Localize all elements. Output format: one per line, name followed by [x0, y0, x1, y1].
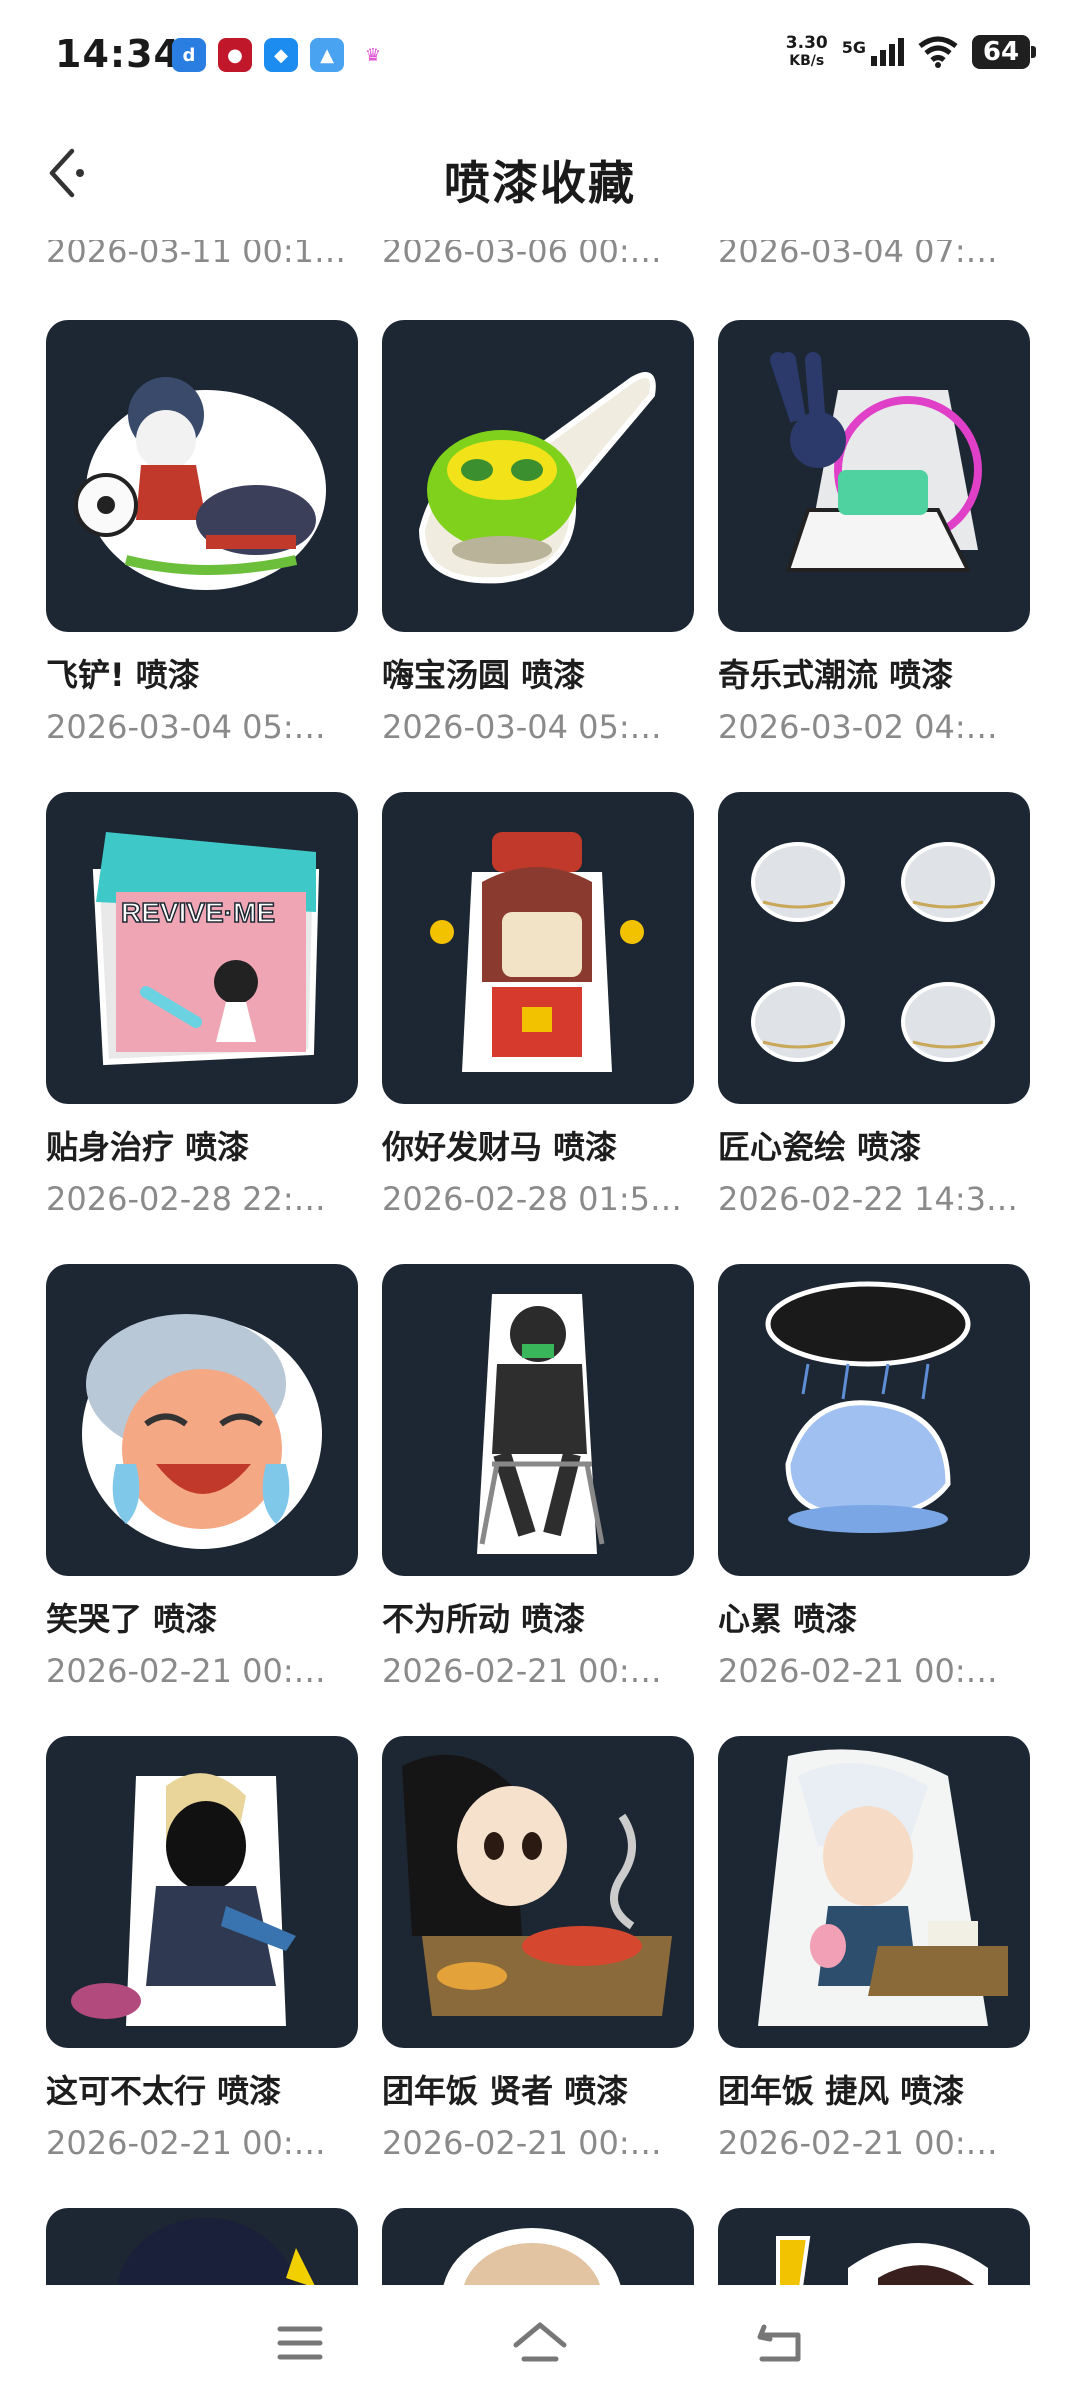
item-name: 嗨宝汤圆 喷漆 [382, 656, 586, 694]
status-time: 14:34 [55, 32, 181, 76]
item-date: 2026-03-02 04:… [718, 708, 998, 746]
spray-item[interactable]: 飞铲! 喷漆 2026-03-04 05:… [46, 320, 358, 746]
spray-image[interactable] [46, 1736, 358, 2048]
item-date: 2026-02-21 00:… [382, 2124, 662, 2162]
spray-image[interactable]: REVIVE·ME [46, 792, 358, 1104]
spray-image[interactable] [718, 2208, 1030, 2285]
spray-item[interactable]: 嗨宝汤圆 喷漆 2026-03-04 05:… [382, 320, 694, 746]
item-date: 2026-02-21 00:… [718, 2124, 998, 2162]
spray-item[interactable]: REVIVE·ME 贴身治疗 喷漆 2026-02-28 22:… [46, 792, 358, 1218]
menu-icon[interactable] [270, 2315, 330, 2371]
spray-grid: 2026-03-11 00:1… 2026-03-06 00:… 2026-03… [0, 0, 1080, 2285]
item-name: 心累 喷漆 [718, 1600, 858, 1638]
notification-icons: d ● ◆ ▲ ♛ [172, 38, 390, 72]
spray-image[interactable] [718, 1736, 1030, 2048]
item-date: 2026-03-04 05:… [382, 708, 662, 746]
return-icon[interactable] [750, 2315, 810, 2371]
spray-image[interactable] [718, 320, 1030, 632]
page-title: 喷漆收藏 [444, 156, 636, 210]
item-name: 这可不太行 喷漆 [46, 2072, 282, 2110]
spray-item[interactable] [718, 2208, 1030, 2285]
spray-item[interactable] [382, 2208, 694, 2285]
network-speed: 3.30 KB/s [785, 33, 828, 69]
spray-item[interactable]: 这可不太行 喷漆 2026-02-21 00:… [46, 1736, 358, 2162]
spray-image[interactable] [382, 2208, 694, 2285]
app-header: 喷漆收藏 [0, 115, 1080, 240]
battery-icon: 64 [972, 35, 1036, 69]
spray-image[interactable] [46, 2208, 358, 2285]
home-icon[interactable] [510, 2315, 570, 2371]
spray-item[interactable]: 你好发财马 喷漆 2026-02-28 01:5… [382, 792, 694, 1218]
item-name: 团年饭 捷风 喷漆 [718, 2072, 965, 2110]
spray-item[interactable] [46, 2208, 358, 2285]
crown-icon: ♛ [356, 38, 390, 72]
item-date: 2026-02-28 22:… [46, 1180, 326, 1218]
app-notification-icon: ◆ [264, 38, 298, 72]
spray-image[interactable] [382, 320, 694, 632]
spray-item[interactable]: 匠心瓷绘 喷漆 2026-02-22 14:3… [718, 792, 1030, 1218]
spray-image[interactable] [46, 1264, 358, 1576]
item-name: 飞铲! 喷漆 [46, 656, 200, 694]
spray-item[interactable]: 笑哭了 喷漆 2026-02-21 00:… [46, 1264, 358, 1690]
spray-image[interactable] [382, 1264, 694, 1576]
item-date: 2026-02-21 00:… [718, 1652, 998, 1690]
item-name: 不为所动 喷漆 [382, 1600, 586, 1638]
item-name: 贴身治疗 喷漆 [46, 1128, 250, 1166]
system-nav-bar [0, 2285, 1080, 2400]
spray-image[interactable] [718, 792, 1030, 1104]
spray-image[interactable] [382, 792, 694, 1104]
signal-icon: 5G [842, 38, 904, 66]
spray-item[interactable]: 不为所动 喷漆 2026-02-21 00:… [382, 1264, 694, 1690]
revive-me-text: REVIVE·ME [121, 897, 275, 928]
item-date: 2026-02-28 01:5… [382, 1180, 682, 1218]
spray-image[interactable] [382, 1736, 694, 2048]
item-date: 2026-03-04 05:… [46, 708, 326, 746]
app-notification-icon: ▲ [310, 38, 344, 72]
spray-item[interactable]: 心累 喷漆 2026-02-21 00:… [718, 1264, 1030, 1690]
app-notification-icon: ● [218, 38, 252, 72]
status-bar: 14:34 d ● ◆ ▲ ♛ 3.30 KB/s 5G 64 [0, 0, 1080, 115]
item-name: 笑哭了 喷漆 [46, 1600, 218, 1638]
spray-item[interactable]: 奇乐式潮流 喷漆 2026-03-02 04:… [718, 320, 1030, 746]
app-notification-icon: d [172, 38, 206, 72]
item-name: 匠心瓷绘 喷漆 [718, 1128, 922, 1166]
spray-image[interactable] [718, 1264, 1030, 1576]
item-name: 你好发财马 喷漆 [382, 1128, 618, 1166]
item-name: 奇乐式潮流 喷漆 [718, 656, 954, 694]
wifi-icon [918, 36, 958, 68]
status-right: 3.30 KB/s 5G 64 [785, 33, 1036, 70]
item-date: 2026-02-22 14:3… [718, 1180, 1018, 1218]
item-date: 2026-02-21 00:… [382, 1652, 662, 1690]
item-date: 2026-02-21 00:… [46, 2124, 326, 2162]
item-date: 2026-02-21 00:… [46, 1652, 326, 1690]
item-name: 团年饭 贤者 喷漆 [382, 2072, 629, 2110]
spray-item[interactable]: 团年饭 贤者 喷漆 2026-02-21 00:… [382, 1736, 694, 2162]
spray-image[interactable] [46, 320, 358, 632]
spray-item[interactable]: 团年饭 捷风 喷漆 2026-02-21 00:… [718, 1736, 1030, 2162]
